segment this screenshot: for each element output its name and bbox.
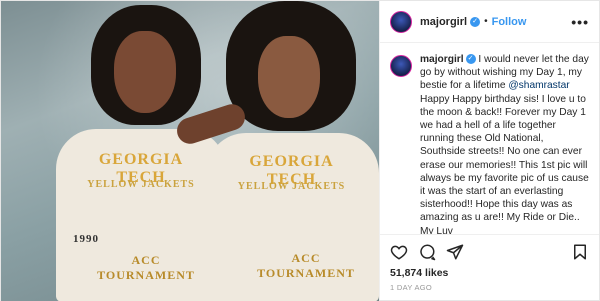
caption-verified-icon: ✓ bbox=[465, 54, 476, 65]
right-shirt-print-mid: YELLOW JACKETS bbox=[237, 181, 346, 192]
left-face bbox=[114, 31, 176, 113]
post-header: majorgirl ✓ • Follow ••• bbox=[380, 1, 599, 43]
post-timestamp[interactable]: 1 DAY AGO bbox=[390, 283, 589, 292]
left-shirt-print-year: 1990 bbox=[73, 233, 99, 245]
action-icons bbox=[390, 241, 589, 263]
bookmark-icon[interactable] bbox=[571, 243, 589, 261]
left-shirt-print-bottom: ACC TOURNAMENT bbox=[97, 253, 195, 282]
caption-body-end: Happy Happy birthday sis! I love u to th… bbox=[420, 93, 589, 234]
instagram-post: GEORGIA TECH YELLOW JACKETS 1990 ACC TOU… bbox=[0, 0, 600, 301]
share-icon[interactable] bbox=[446, 243, 464, 261]
follow-button[interactable]: Follow bbox=[492, 16, 527, 28]
right-shirt-print-bottom: ACC TOURNAMENT bbox=[257, 251, 355, 280]
caption-area: majorgirl ✓ I would never let the day go … bbox=[380, 43, 599, 234]
right-person: GEORGIA TECH YELLOW JACKETS ACC TOURNAME… bbox=[206, 1, 379, 301]
right-face bbox=[258, 36, 320, 118]
caption-username[interactable]: majorgirl bbox=[420, 54, 464, 65]
post-side-panel: majorgirl ✓ • Follow ••• majorgirl ✓ I wo… bbox=[379, 1, 599, 300]
caption-text: majorgirl ✓ I would never let the day go … bbox=[420, 53, 589, 234]
verified-badge-icon: ✓ bbox=[470, 16, 481, 27]
post-username[interactable]: majorgirl bbox=[420, 16, 467, 28]
more-options-icon[interactable]: ••• bbox=[571, 14, 589, 30]
left-shirt-print-mid: YELLOW JACKETS bbox=[87, 179, 195, 190]
post-photo[interactable]: GEORGIA TECH YELLOW JACKETS 1990 ACC TOU… bbox=[1, 1, 379, 301]
caption-avatar[interactable] bbox=[390, 55, 412, 77]
left-person: GEORGIA TECH YELLOW JACKETS 1990 ACC TOU… bbox=[56, 1, 226, 301]
avatar[interactable] bbox=[390, 10, 412, 33]
post-actions: 51,874 likes 1 DAY AGO bbox=[380, 234, 599, 300]
mention-link[interactable]: @shamrastar bbox=[508, 80, 569, 91]
like-count[interactable]: 51,874 likes bbox=[390, 267, 589, 279]
heart-icon[interactable] bbox=[390, 243, 408, 261]
comment-icon[interactable] bbox=[418, 243, 436, 261]
header-separator: • bbox=[484, 16, 488, 27]
